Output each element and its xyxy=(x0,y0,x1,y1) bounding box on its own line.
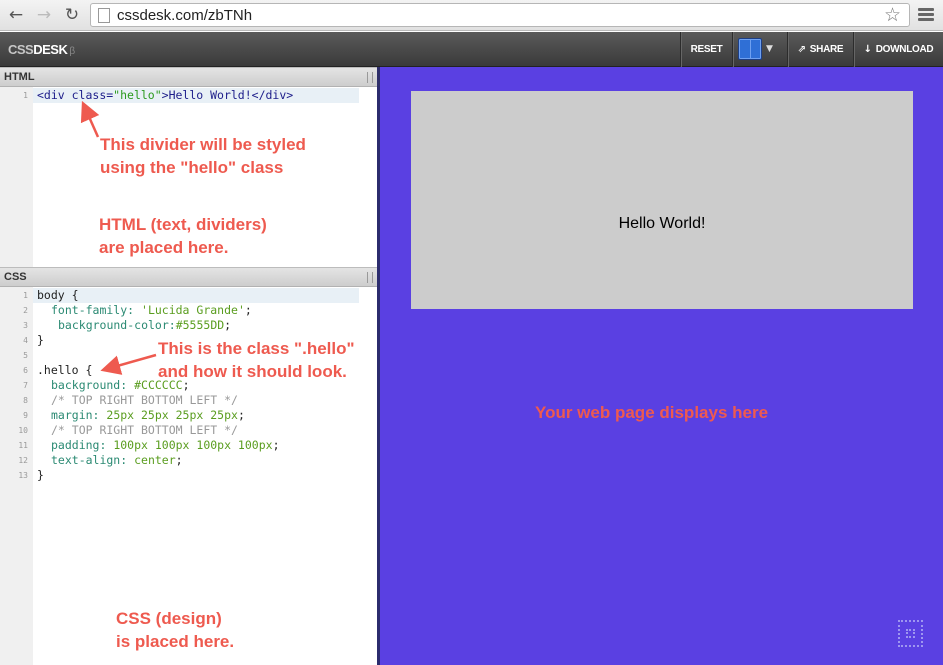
divider-note-line2: using the "hello" class xyxy=(100,158,284,177)
divider-note-line1: This divider will be styled xyxy=(100,135,306,154)
html-panel-title: HTML xyxy=(4,71,35,83)
css-note-line2: is placed here. xyxy=(116,632,235,651)
css-code-line[interactable]: background-color:#5555DD; xyxy=(58,318,231,333)
download-label: DOWNLOAD xyxy=(875,44,934,55)
hello-div: Hello World! xyxy=(411,91,913,309)
line-number: 12 xyxy=(18,456,28,465)
css-code-line[interactable]: .hello { xyxy=(37,363,92,378)
browser-toolbar: ← → ↻ cssdesk.com/zbTNh ☆ xyxy=(0,0,943,31)
share-label: SHARE xyxy=(809,44,844,55)
html-note-line2: are placed here. xyxy=(99,238,229,257)
css-code-line[interactable]: text-align: center; xyxy=(51,453,183,468)
layout-grid-icon xyxy=(738,38,762,60)
external-link-icon: ⇗ xyxy=(797,44,806,55)
css-code-line[interactable]: padding: 100px 100px 100px 100px; xyxy=(51,438,280,453)
page-icon xyxy=(98,8,110,23)
hello-text: Hello World! xyxy=(618,215,706,232)
preview-note: Your web page displays here xyxy=(535,403,769,422)
css-code-line[interactable]: font-family: 'Lucida Grande'; xyxy=(51,303,252,318)
html-code-line[interactable]: <div class="hello">Hello World!</div> xyxy=(37,88,293,103)
html-line-gutter: 1 xyxy=(0,87,33,267)
hamburger-menu-icon[interactable] xyxy=(918,8,934,23)
cssdesk-corner-logo-icon[interactable] xyxy=(898,620,923,647)
line-number: 2 xyxy=(23,306,28,315)
line-number: 13 xyxy=(18,471,28,480)
line-number: 7 xyxy=(23,381,28,390)
css-line-gutter: 1 2 3 4 5 6 7 8 9 10 11 12 13 xyxy=(0,287,33,665)
line-number: 10 xyxy=(18,426,28,435)
preview-pane: Hello World! xyxy=(380,67,943,665)
css-code-line[interactable]: body { xyxy=(37,288,79,303)
css-panel-title: CSS xyxy=(4,271,27,283)
line-number: 6 xyxy=(23,366,28,375)
back-arrow-icon[interactable]: ← xyxy=(5,4,27,26)
line-number: 9 xyxy=(23,411,28,420)
active-line-highlight xyxy=(33,288,359,303)
css-panel-header: CSS xyxy=(0,267,377,287)
html-panel-header: HTML xyxy=(0,67,377,87)
app-toolbar: CSSDESK β RESET ▼ ⇗ SHARE ↓ DOWNLOAD xyxy=(0,32,943,67)
cssdesk-logo[interactable]: CSSDESK β xyxy=(8,42,75,57)
line-number: 1 xyxy=(23,91,28,100)
line-number: 1 xyxy=(23,291,28,300)
line-number: 11 xyxy=(18,441,28,450)
line-number: 8 xyxy=(23,396,28,405)
css-code-line[interactable]: } xyxy=(37,333,44,348)
bookmark-star-icon[interactable]: ☆ xyxy=(884,4,901,26)
css-note-line1: CSS (design) xyxy=(116,609,222,628)
dropdown-caret-icon: ▼ xyxy=(766,44,773,54)
css-code-line[interactable]: /* TOP RIGHT BOTTOM LEFT */ xyxy=(51,423,238,438)
reset-label: RESET xyxy=(690,44,723,55)
address-bar[interactable]: cssdesk.com/zbTNh ☆ xyxy=(90,3,910,27)
reload-icon[interactable]: ↻ xyxy=(61,4,83,26)
resize-grip-icon[interactable] xyxy=(367,272,373,283)
resize-grip-icon[interactable] xyxy=(367,72,373,83)
class-note-line2: and how it should look. xyxy=(158,362,347,381)
layout-selector-button[interactable]: ▼ xyxy=(732,32,787,67)
logo-bold-text: DESK xyxy=(33,42,68,57)
url-text[interactable]: cssdesk.com/zbTNh xyxy=(117,7,252,24)
reset-button[interactable]: RESET xyxy=(680,32,732,67)
line-number: 4 xyxy=(23,336,28,345)
forward-arrow-icon[interactable]: → xyxy=(33,4,55,26)
line-number: 3 xyxy=(23,321,28,330)
html-note-line1: HTML (text, dividers) xyxy=(99,215,267,234)
class-note-line1: This is the class ".hello" xyxy=(158,339,355,358)
css-code-line[interactable]: /* TOP RIGHT BOTTOM LEFT */ xyxy=(51,393,238,408)
css-code-line[interactable]: } xyxy=(37,468,44,483)
logo-beta-mark: β xyxy=(69,46,75,57)
logo-light-text: CSS xyxy=(8,42,34,57)
line-number: 5 xyxy=(23,351,28,360)
download-button[interactable]: ↓ DOWNLOAD xyxy=(853,32,943,67)
download-arrow-icon: ↓ xyxy=(863,44,872,55)
css-code-line[interactable]: margin: 25px 25px 25px 25px; xyxy=(51,408,245,423)
share-button[interactable]: ⇗ SHARE xyxy=(787,32,853,67)
